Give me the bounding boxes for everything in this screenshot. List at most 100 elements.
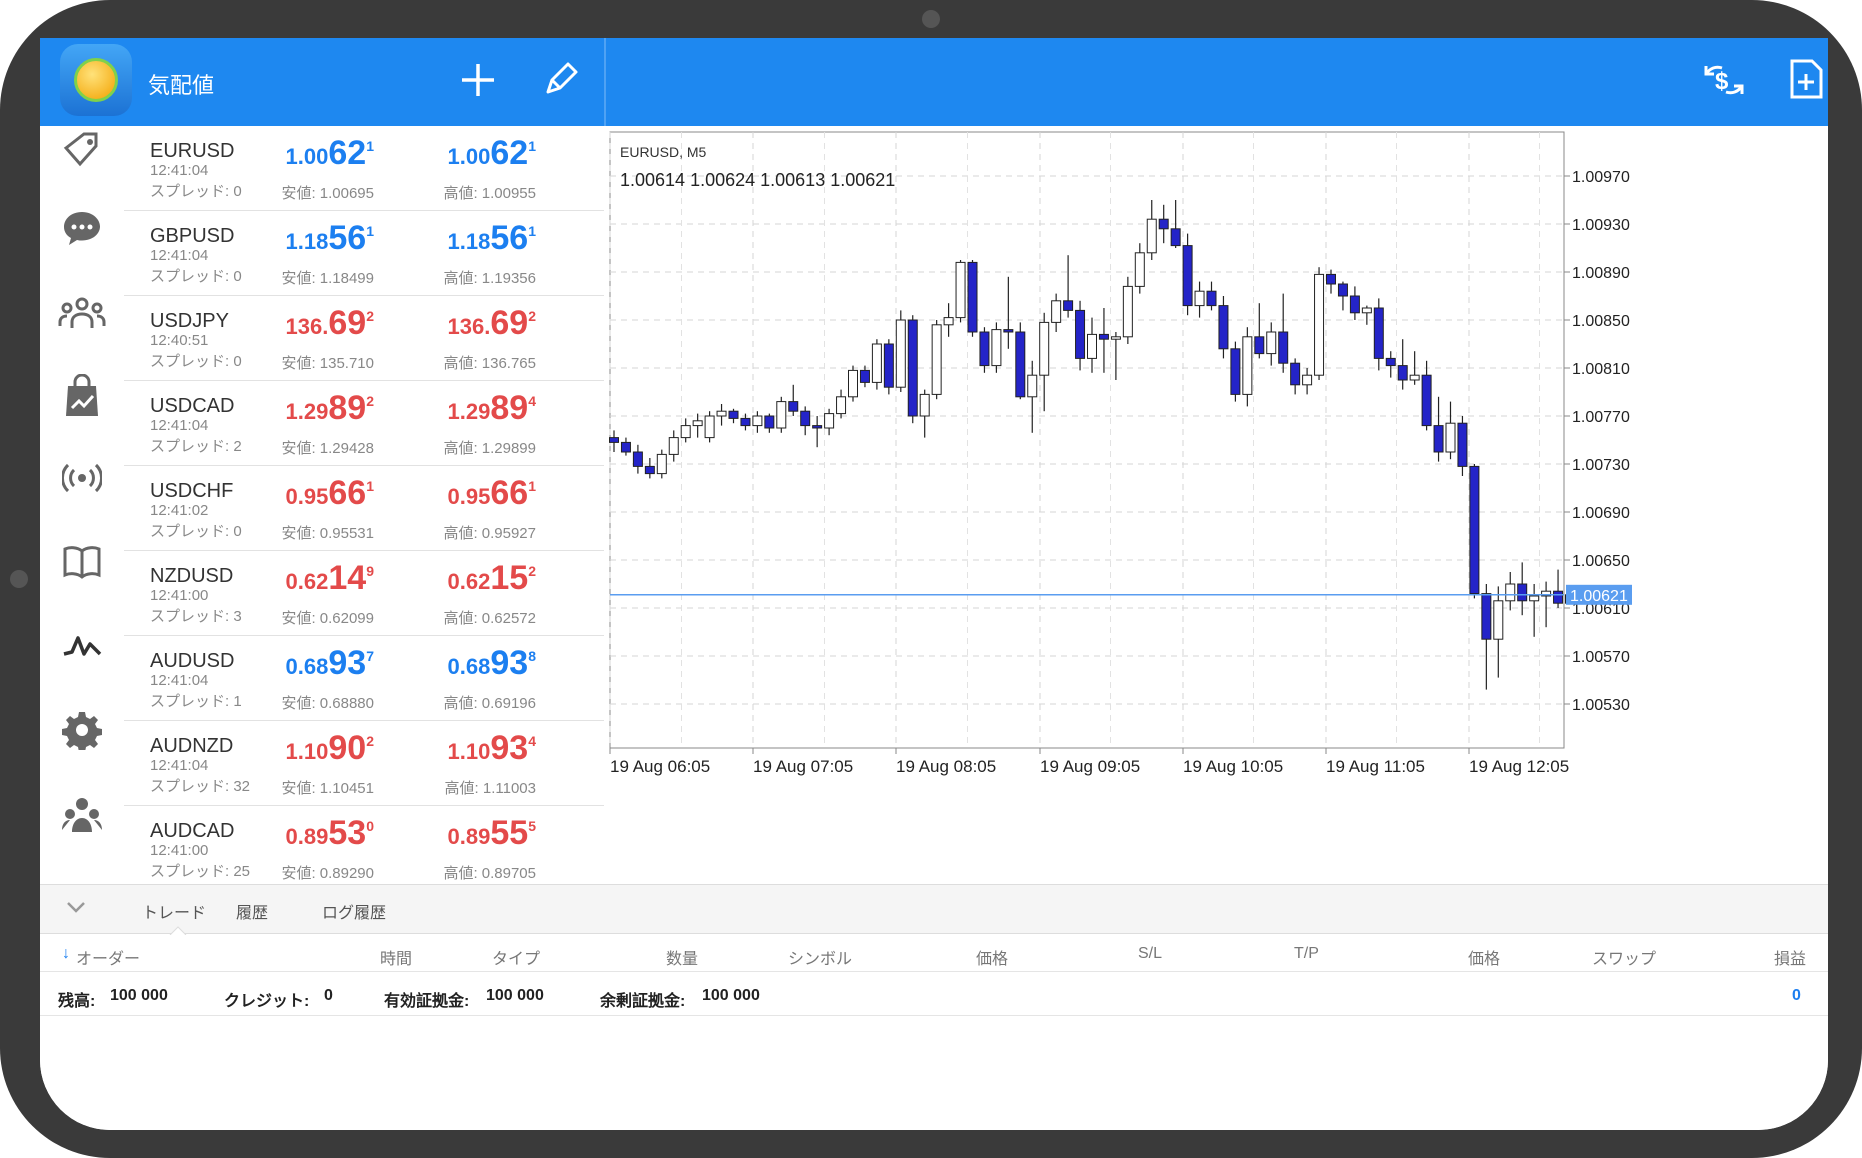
chat-icon[interactable] <box>54 200 110 256</box>
candle-bear <box>1385 357 1396 367</box>
users-icon[interactable] <box>54 786 110 842</box>
equity-value: 100 000 <box>486 987 544 1004</box>
candle-bull <box>692 420 703 427</box>
quote-row-usdchf[interactable]: USDCHF 12:41:02 スプレッド: 0 0.95661 0.95661 安値: … <box>124 466 604 551</box>
bid-price-sup: 1 <box>366 478 374 494</box>
bid-price-small: 1.00 <box>285 144 329 169</box>
candle-bear <box>1015 331 1026 398</box>
bid-price-small: 1.29 <box>285 399 329 424</box>
candle-bull <box>943 317 954 326</box>
quote-row-gbpusd[interactable]: GBPUSD 12:41:04 スプレッド: 0 1.18561 1.18561 安値: … <box>124 211 604 296</box>
ask-price-sup: 5 <box>528 818 536 834</box>
ask-price: 136.692 <box>376 304 536 343</box>
bid-price: 136.692 <box>214 304 374 343</box>
quotes-list: EURUSD 12:41:04 スプレッド: 0 1.00621 1.00621 安値: … <box>124 126 604 884</box>
candle-bull <box>1314 273 1325 376</box>
candle-bear <box>1098 333 1109 340</box>
ask-price-small: 0.95 <box>447 484 491 509</box>
col-price-current[interactable]: 価格 <box>1468 945 1500 969</box>
low-price: 安値: 135.710 <box>281 355 374 372</box>
x-tick-label: 19 Aug 08:05 <box>896 757 996 776</box>
y-tick-label: 1.00850 <box>1572 313 1630 330</box>
new-document-icon[interactable] <box>1788 58 1824 107</box>
quote-row-eurusd[interactable]: EURUSD 12:41:04 スプレッド: 0 1.00621 1.00621 安値: … <box>124 126 604 211</box>
bid-price-sup: 9 <box>366 563 374 579</box>
candle-bull <box>752 415 763 427</box>
free-margin-value: 100 000 <box>702 987 760 1004</box>
candle-bull <box>871 343 882 383</box>
chart-panel[interactable]: 1.00970 1.00930 1.00890 1.00850 1.00810 1.007… <box>606 126 1828 884</box>
candle-bear <box>883 343 894 388</box>
ask-price-sup: 1 <box>528 138 536 154</box>
quote-time: 12:41:02 <box>150 502 209 519</box>
quote-row-usdjpy[interactable]: USDJPY 12:40:51 スプレッド: 0 136.692 136.692 安値: … <box>124 296 604 381</box>
book-icon[interactable] <box>54 534 110 590</box>
bid-price-sup: 1 <box>366 223 374 239</box>
app-logo[interactable] <box>60 44 132 116</box>
candlestick-chart[interactable]: 1.00970 1.00930 1.00890 1.00850 1.00810 1.007… <box>606 126 1828 884</box>
candle-bull <box>931 324 942 395</box>
candle-bear <box>812 425 823 429</box>
chart-icon[interactable] <box>54 618 110 674</box>
quote-row-usdcad[interactable]: USDCAD 12:41:04 スプレッド: 2 1.29892 1.29894 安値: … <box>124 381 604 466</box>
plus-icon[interactable] <box>458 60 498 107</box>
high-price: 高値: 136.765 <box>443 355 536 372</box>
tag-icon[interactable] <box>54 122 110 178</box>
sort-arrow-icon[interactable]: ↓ <box>62 945 70 963</box>
ask-price-sup: 1 <box>528 478 536 494</box>
chevron-down-icon[interactable] <box>64 895 88 925</box>
candle-bear <box>1206 290 1217 307</box>
high-price: 高値: 1.29899 <box>443 440 536 457</box>
col-price[interactable]: 価格 <box>976 945 1008 969</box>
tab-history[interactable]: 履歴 <box>236 899 268 923</box>
col-swap[interactable]: スワップ <box>1592 945 1656 969</box>
col-volume[interactable]: 数量 <box>666 945 698 969</box>
bid-price: 0.95661 <box>214 474 374 513</box>
equity-label: 有効証拠金: <box>384 993 470 1010</box>
col-sl[interactable]: S/L <box>1138 945 1162 963</box>
quote-row-audusd[interactable]: AUDUSD 12:41:04 スプレッド: 1 0.68937 0.68938 安値: … <box>124 636 604 721</box>
pencil-icon[interactable] <box>540 60 580 107</box>
bid-price-big: 69 <box>328 304 367 342</box>
bid-price: 1.18561 <box>214 219 374 258</box>
col-time[interactable]: 時間 <box>380 945 412 969</box>
candle-bull <box>1122 285 1133 338</box>
col-order[interactable]: オーダー <box>76 945 140 969</box>
low-price: 安値: 0.62099 <box>281 610 374 627</box>
bid-price-big: 66 <box>328 474 367 512</box>
community-icon[interactable] <box>54 284 110 340</box>
currency-exchange-icon[interactable]: $ <box>1702 60 1746 107</box>
quote-row-nzdusd[interactable]: NZDUSD 12:41:00 スプレッド: 3 0.62149 0.62152 安値: … <box>124 551 604 636</box>
candle-bear <box>1349 295 1360 314</box>
col-type[interactable]: タイプ <box>492 945 540 969</box>
col-symbol[interactable]: シンボル <box>788 945 852 969</box>
tab-trade[interactable]: トレード <box>142 899 206 923</box>
low-price: 安値: 1.00695 <box>281 185 374 202</box>
x-tick-label: 19 Aug 09:05 <box>1040 757 1140 776</box>
market-icon[interactable] <box>54 368 110 424</box>
quote-row-audnzd[interactable]: AUDNZD 12:41:04 スプレッド: 32 1.10902 1.10934 安値:… <box>124 721 604 806</box>
candle-bull <box>1051 300 1062 323</box>
bid-price-big: 53 <box>328 814 367 852</box>
bid-price-big: 62 <box>328 134 367 172</box>
bid-price-small: 136. <box>285 314 329 339</box>
quote-time: 12:41:04 <box>150 672 209 689</box>
chart-symbol-label: EURUSD, M5 <box>620 144 707 160</box>
tab-log-history[interactable]: ログ履歴 <box>322 899 386 923</box>
ask-price: 0.62152 <box>376 559 536 598</box>
candle-bear <box>1075 309 1086 359</box>
quote-row-audcad[interactable]: AUDCAD 12:41:00 スプレッド: 25 0.89530 0.89555 安値:… <box>124 806 604 884</box>
signal-icon[interactable] <box>54 450 110 506</box>
quote-time: 12:41:04 <box>150 247 209 264</box>
col-tp[interactable]: T/P <box>1294 945 1319 963</box>
candle-bear <box>1218 305 1229 350</box>
settings-icon[interactable] <box>54 702 110 758</box>
ask-price-small: 1.29 <box>447 399 491 424</box>
quote-time: 12:41:04 <box>150 162 209 179</box>
bid-price-big: 56 <box>328 219 367 257</box>
col-profit[interactable]: 損益 <box>1774 945 1806 969</box>
candle-bull <box>991 329 1002 367</box>
candle-bear <box>620 441 631 453</box>
candle-bull <box>1146 218 1157 254</box>
bid-price-small: 1.10 <box>285 739 329 764</box>
